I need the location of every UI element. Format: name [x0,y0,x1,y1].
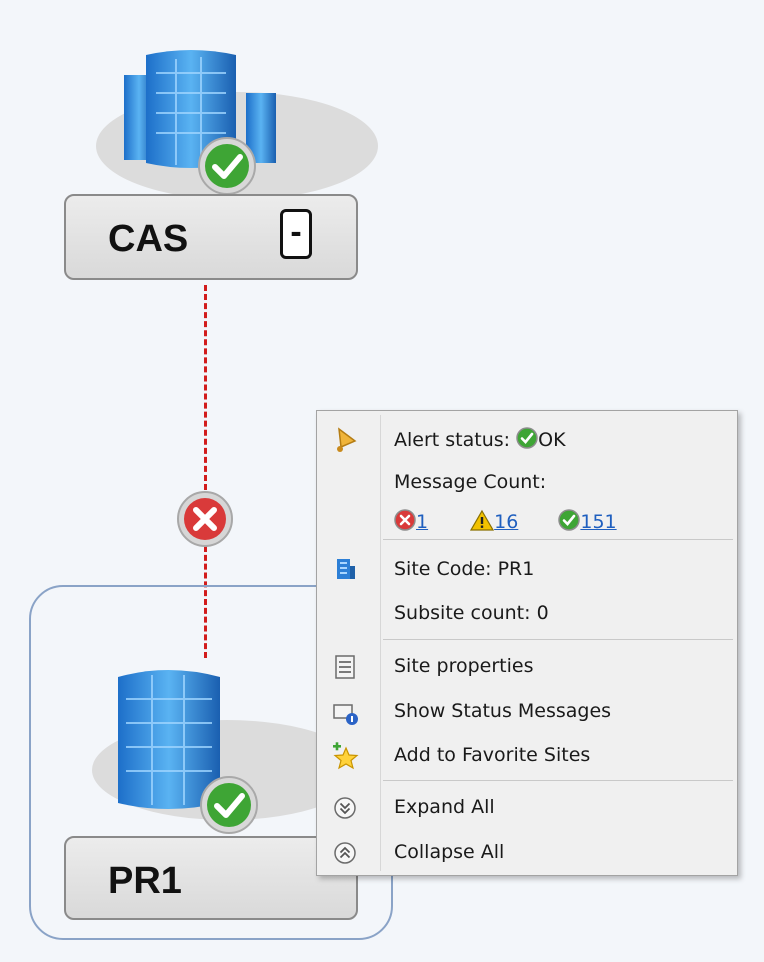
menu-separator-2 [383,639,733,640]
ok-count-link[interactable]: 151 [580,511,616,533]
error-count-link[interactable]: 1 [416,511,428,533]
menu-separator-1 [383,539,733,540]
warning-icon [470,509,495,531]
site-code-text: Site Code: PR1 [394,558,535,580]
message-count-item: Message Count: [321,463,733,503]
site-code-item: Site Code: PR1 [321,550,733,590]
cas-collapse-button[interactable]: - [280,209,312,259]
hierarchy-diagram: CAS - PR1 Alert status: OK Message Count… [0,0,764,962]
show-status-messages-menu-item[interactable]: Show Status Messages [321,692,733,732]
collapse-all-menu-item[interactable]: Collapse All [321,833,733,873]
message-counts-row: 1 16 151 [394,509,637,533]
site-building-icon [337,559,355,579]
warning-count-link[interactable]: 16 [494,511,518,533]
alert-ok-icon [516,427,538,449]
error-count: 1 [394,509,428,533]
favorite-star-icon [333,742,359,770]
message-count-label: Message Count: [394,471,547,493]
add-to-favorites-label: Add to Favorite Sites [394,744,591,766]
alert-status-label: Alert status: [394,429,511,451]
alert-status-item: Alert status: OK [321,419,733,459]
ok-icon [558,509,581,531]
collapse-all-icon [334,842,356,864]
warning-count: 16 [470,509,518,533]
add-to-favorites-menu-item[interactable]: Add to Favorite Sites [321,736,733,776]
status-messages-icon [333,704,358,725]
site-context-menu: Alert status: OK Message Count: 1 16 151… [316,410,738,876]
expand-all-menu-item[interactable]: Expand All [321,788,733,828]
site-properties-label: Site properties [394,655,534,677]
site-link-line-upper [204,285,207,490]
cas-status-ok-icon [198,137,256,195]
show-status-messages-label: Show Status Messages [394,700,612,722]
site-properties-menu-item[interactable]: Site properties [321,647,733,687]
subsite-count-item: Subsite count: 0 [321,594,733,634]
subsite-count-text: Subsite count: 0 [394,602,549,624]
error-icon [394,509,416,531]
link-error-icon[interactable] [170,490,240,548]
pr1-node-title: PR1 [108,860,182,902]
alert-status-value: OK [538,429,566,451]
pr1-node-label[interactable]: PR1 [64,836,358,920]
cas-node-title: CAS [108,218,189,260]
menu-separator-3 [383,780,733,781]
expand-all-icon [334,797,356,819]
collapse-all-label: Collapse All [394,841,505,863]
cas-node-label[interactable]: CAS - [64,194,358,280]
pr1-status-ok-icon [200,776,258,834]
ok-count: 151 [558,509,617,533]
expand-all-label: Expand All [394,796,495,818]
properties-icon [335,655,355,679]
bell-icon [337,427,357,452]
